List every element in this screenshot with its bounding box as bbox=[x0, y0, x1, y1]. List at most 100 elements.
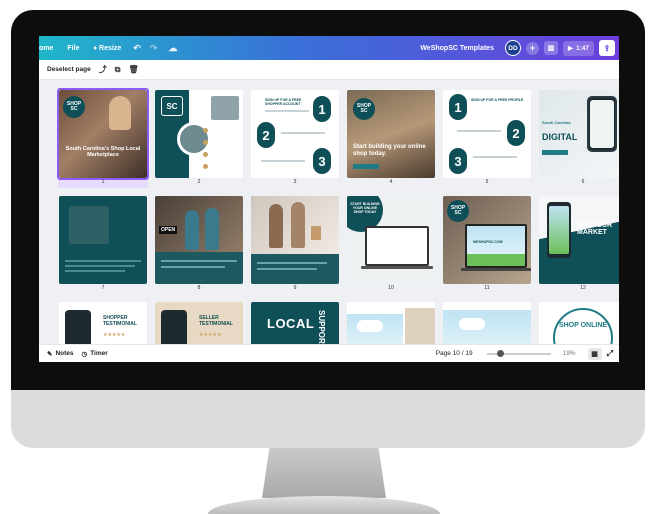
page-12-heading: VISIT OUR MARKET bbox=[577, 222, 613, 237]
add-page-icon[interactable]: ⤴ bbox=[99, 64, 107, 75]
page-thumbnail-4[interactable]: SHOP SC Start building your online shop … bbox=[347, 90, 435, 178]
cloud-save-icon[interactable]: ☁ bbox=[168, 43, 177, 54]
page-15-heading: LOCAL bbox=[267, 316, 315, 331]
page-thumbnail-11[interactable]: SHOP SC WESHOPSC.COM bbox=[443, 196, 531, 284]
notes-label: Notes bbox=[55, 350, 74, 357]
zoom-slider[interactable] bbox=[486, 349, 551, 357]
laptop-base bbox=[461, 268, 531, 271]
page-number-6: 6 bbox=[581, 179, 585, 185]
photo-block bbox=[211, 96, 239, 120]
rating-stars: ★★★★★ bbox=[103, 332, 126, 338]
page-number-8: 8 bbox=[197, 285, 201, 291]
page-10-heading: START BUILDING YOUR ONLINE SHOP TODAY bbox=[350, 202, 380, 215]
person-figure bbox=[205, 208, 219, 250]
text-line bbox=[65, 270, 125, 272]
text-line bbox=[265, 110, 309, 112]
page-thumbnail-2[interactable]: SC WE SHOP SC bbox=[155, 90, 243, 178]
cloud-graphic bbox=[459, 318, 485, 330]
share-icon[interactable]: ⇪ bbox=[599, 40, 615, 56]
editor-topbar: ome File ♦ Resize ↶ ↷ ☁ WeShopSC Template… bbox=[39, 36, 619, 60]
page-indicator[interactable]: Page 10 / 19 bbox=[436, 350, 473, 357]
photo-block bbox=[155, 196, 243, 252]
step-number-1: 1 bbox=[449, 94, 467, 120]
monitor-chin bbox=[11, 390, 645, 448]
page-thumbnail-5[interactable]: 1 SIGN UP FOR A FREE PROFILE 2 3 bbox=[443, 90, 531, 178]
text-line bbox=[257, 268, 317, 270]
person-figure bbox=[185, 210, 199, 250]
notes-button[interactable]: ✎ Notes bbox=[47, 350, 74, 358]
page-18-heading: SHOP ONLINE bbox=[558, 322, 608, 329]
app-screen: ome File ♦ Resize ↶ ↷ ☁ WeShopSC Template… bbox=[39, 36, 619, 362]
present-button[interactable]: ▶ 1:47 bbox=[562, 40, 594, 56]
page-2-heading: WE SHOP SC bbox=[161, 93, 184, 97]
monitor-stand-neck bbox=[262, 448, 386, 498]
page-thumbnail-6[interactable]: South Carolina DIGITAL bbox=[539, 90, 619, 178]
fullscreen-icon[interactable]: ⤢ bbox=[607, 349, 613, 359]
timer-label: Timer bbox=[90, 350, 108, 357]
website-badge bbox=[542, 150, 568, 155]
text-line bbox=[261, 160, 305, 162]
menu-resize[interactable]: ♦ Resize bbox=[93, 45, 121, 52]
page-3-heading: SIGN UP FOR A FREE SHOPPER ACCOUNT bbox=[265, 98, 302, 107]
menu-home[interactable]: ome bbox=[39, 45, 53, 52]
stats-icon[interactable]: ▥ bbox=[543, 41, 558, 55]
timer-button[interactable]: ◷ Timer bbox=[82, 350, 108, 358]
page-thumbnail-9[interactable] bbox=[251, 196, 339, 284]
website-badge bbox=[353, 164, 379, 169]
play-icon: ▶ bbox=[567, 45, 573, 52]
page-number-11: 11 bbox=[484, 285, 490, 291]
photo-block bbox=[405, 308, 435, 348]
menu-file[interactable]: File bbox=[67, 45, 79, 52]
text-line bbox=[65, 260, 141, 262]
person-figure bbox=[291, 202, 305, 248]
menu-resize-label: Resize bbox=[99, 44, 122, 52]
page-4-heading: Start building your online shop today. bbox=[353, 144, 426, 157]
page-5-heading: SIGN UP FOR A FREE PROFILE bbox=[471, 98, 524, 102]
photo-block bbox=[69, 206, 109, 244]
page-thumbnail-7[interactable] bbox=[59, 196, 147, 284]
shopping-bag bbox=[311, 226, 321, 240]
cloud-graphic bbox=[357, 320, 383, 332]
person-figure bbox=[269, 204, 283, 248]
step-dot bbox=[203, 152, 208, 157]
duplicate-icon[interactable]: ⧉ bbox=[115, 65, 121, 75]
page-13-heading: SHOPPER TESTIMONIAL bbox=[103, 315, 137, 327]
text-line bbox=[65, 265, 135, 267]
design-title[interactable]: WeShopSC Templates bbox=[420, 45, 494, 52]
notes-icon: ✎ bbox=[47, 350, 53, 358]
avatar[interactable]: DD bbox=[504, 40, 521, 56]
page-15-side-text: SUPPORT bbox=[317, 310, 326, 349]
grid-view-icon[interactable]: ▦ bbox=[587, 347, 602, 360]
text-line bbox=[473, 156, 517, 158]
page-6-subheading: South Carolina bbox=[542, 120, 571, 125]
text-line bbox=[161, 260, 237, 262]
page-thumbnail-12[interactable]: VISIT OUR MARKET bbox=[539, 196, 619, 284]
trash-icon[interactable]: 🗑 bbox=[128, 65, 138, 74]
page-number-4: 4 bbox=[389, 179, 393, 185]
add-collaborator-button[interactable]: + bbox=[525, 41, 539, 55]
step-number-2: 2 bbox=[257, 122, 275, 148]
open-sign: OPEN bbox=[159, 226, 178, 234]
page-number-5: 5 bbox=[485, 179, 489, 185]
deselect-page-button[interactable]: Deselect page bbox=[47, 66, 91, 73]
page-thumbnail-10[interactable]: START BUILDING YOUR ONLINE SHOP TODAY bbox=[347, 196, 435, 284]
timer-icon: ◷ bbox=[81, 350, 88, 358]
page-thumbnail-3[interactable]: SIGN UP FOR A FREE SHOPPER ACCOUNT 1 2 3 bbox=[251, 90, 339, 178]
hill-graphic bbox=[467, 254, 525, 266]
page-number-2: 2 bbox=[197, 179, 201, 185]
page-number-1: 1 bbox=[101, 179, 105, 185]
page-thumbnail-8[interactable]: OPEN bbox=[155, 196, 243, 284]
zoom-value[interactable]: 19% bbox=[563, 350, 576, 357]
page-number-12: 12 bbox=[580, 285, 586, 291]
zoom-slider-handle[interactable] bbox=[497, 349, 505, 357]
step-number-3: 3 bbox=[313, 148, 331, 174]
laptop-base bbox=[361, 266, 433, 269]
redo-icon[interactable]: ↷ bbox=[150, 43, 158, 54]
step-dot bbox=[203, 140, 208, 145]
step-dot bbox=[203, 128, 208, 133]
laptop-screen bbox=[365, 226, 429, 266]
page-14-heading: SELLER TESTIMONIAL bbox=[199, 315, 233, 327]
undo-icon[interactable]: ↶ bbox=[133, 43, 141, 54]
page-1-heading: South Carolina's Shop Local Marketplace bbox=[65, 146, 141, 159]
page-thumbnail-1[interactable]: SHOP SC South Carolina's Shop Local Mark… bbox=[59, 90, 147, 178]
